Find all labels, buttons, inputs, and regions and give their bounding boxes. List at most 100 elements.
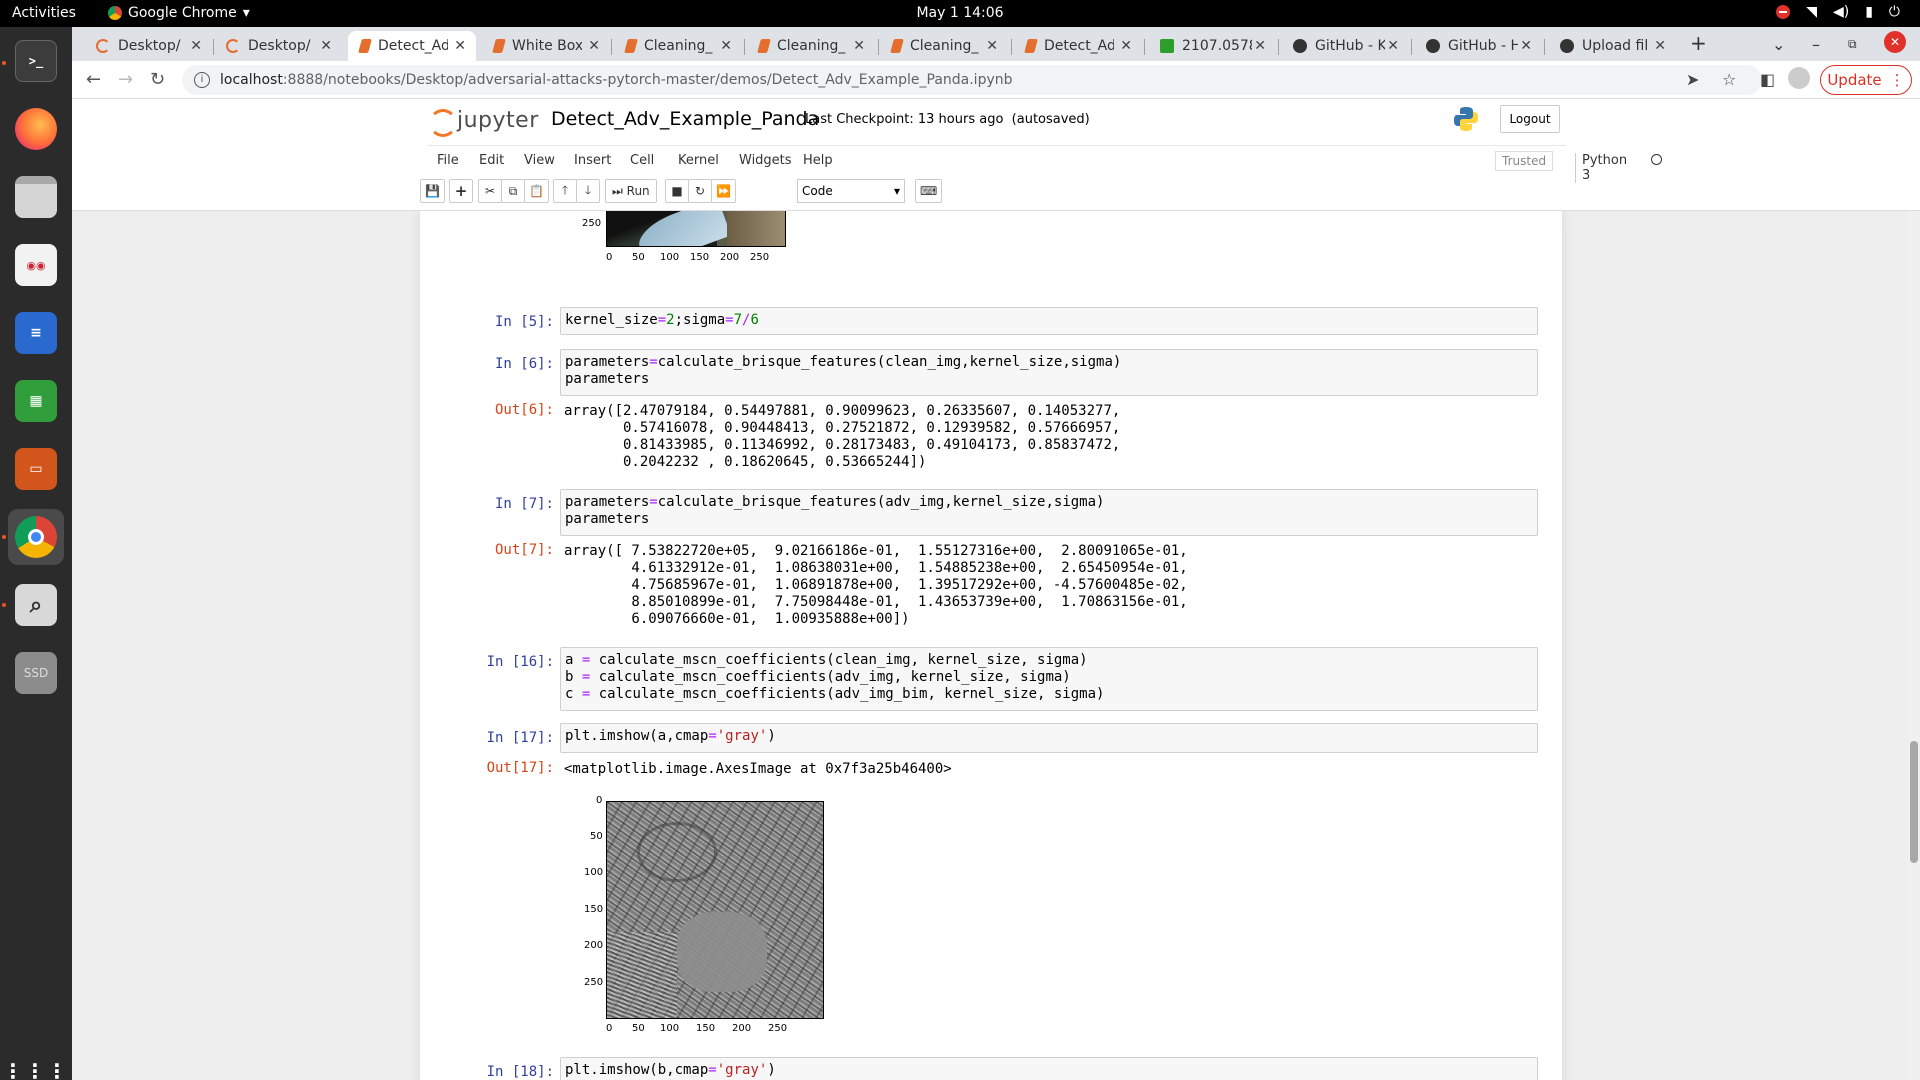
close-icon[interactable]: ✕: [588, 38, 600, 54]
paste-icon[interactable]: 📋: [524, 179, 549, 203]
menu-widgets[interactable]: Widgets: [739, 153, 792, 168]
dock-files[interactable]: [8, 169, 64, 225]
plot-mscn-coefficients: 0 50 100 150 200 250 0 50 100 150 200 25…: [564, 791, 824, 1034]
y-tick-label: 150: [584, 904, 604, 915]
dock-impress[interactable]: ▭: [8, 441, 64, 497]
window-close-icon[interactable]: ✕: [1884, 31, 1906, 53]
tab-upload[interactable]: Upload fil ✕: [1548, 31, 1676, 61]
tab-github-1[interactable]: GitHub - K ✕: [1281, 31, 1409, 61]
code-text: parameters=calculate_brisque_features(ad…: [565, 494, 1105, 510]
dock-search[interactable]: ⌕: [8, 577, 64, 633]
dock-chrome[interactable]: [8, 509, 64, 565]
cell-type-select[interactable]: Code: [797, 179, 905, 203]
close-icon[interactable]: ✕: [1520, 38, 1532, 54]
system-tray[interactable]: ◥ ◀) ▮ ⏻: [1776, 4, 1900, 20]
dock-terminal[interactable]: >_: [8, 33, 64, 89]
tab-cleaning-3[interactable]: Cleaning_ ✕: [880, 31, 1008, 61]
cut-icon[interactable]: ✂: [478, 179, 502, 203]
close-icon[interactable]: ✕: [1654, 38, 1666, 54]
menu-help[interactable]: Help: [803, 153, 833, 168]
close-icon[interactable]: ✕: [720, 38, 732, 54]
site-info-icon[interactable]: i: [194, 72, 210, 88]
close-icon[interactable]: ✕: [1254, 38, 1266, 54]
tab-detect-2[interactable]: Detect_Ad ✕: [1014, 31, 1142, 61]
back-icon[interactable]: ←: [86, 69, 101, 90]
menu-file[interactable]: File: [437, 153, 459, 168]
menu-view[interactable]: View: [524, 153, 555, 168]
move-down-icon[interactable]: 🡓: [576, 179, 600, 203]
notebook-name[interactable]: Detect_Adv_Example_Panda: [551, 108, 819, 130]
close-icon[interactable]: ✕: [986, 38, 998, 54]
close-icon[interactable]: ✕: [454, 38, 466, 54]
tab-github-2[interactable]: GitHub - H ✕: [1414, 31, 1542, 61]
close-icon[interactable]: ✕: [1120, 38, 1132, 54]
dock-calc[interactable]: ▦: [8, 373, 64, 429]
interrupt-icon[interactable]: ■: [665, 179, 689, 203]
close-icon[interactable]: ✕: [190, 38, 202, 54]
forward-icon[interactable]: →: [118, 69, 133, 90]
tab-detect-active[interactable]: Detect_Ad ✕: [348, 31, 476, 61]
tab-desktop-2[interactable]: Desktop/ ✕: [214, 31, 342, 61]
code-cell-in7[interactable]: parameters=calculate_brisque_features(ad…: [560, 489, 1538, 536]
tab-title: Desktop/: [248, 38, 311, 54]
menu-cell[interactable]: Cell: [630, 153, 654, 168]
notebook-menubar: File Edit View Insert Cell Kernel Widget…: [427, 145, 1662, 183]
code-cell-in17[interactable]: plt.imshow(a,cmap='gray'): [560, 723, 1538, 753]
copy-icon[interactable]: ⧉: [501, 179, 525, 203]
tab-divider: [1278, 39, 1279, 55]
new-tab-icon[interactable]: +: [1690, 31, 1707, 55]
close-icon[interactable]: ✕: [853, 38, 865, 54]
restart-icon[interactable]: ↻: [688, 179, 712, 203]
tab-cleaning-2[interactable]: Cleaning_ ✕: [747, 31, 875, 61]
profile-avatar-icon[interactable]: [1788, 67, 1810, 89]
dock-show-apps[interactable]: ⋮⋮⋮: [3, 1043, 67, 1080]
code-cell-in16[interactable]: a = calculate_mscn_coefficients(clean_im…: [560, 647, 1538, 711]
menu-edit[interactable]: Edit: [479, 153, 504, 168]
code-cell-in6[interactable]: parameters=calculate_brisque_features(cl…: [560, 349, 1538, 396]
menu-insert[interactable]: Insert: [574, 153, 611, 168]
logout-button[interactable]: Logout: [1500, 105, 1560, 133]
volume-icon: ◀): [1832, 4, 1850, 20]
tab-white-box[interactable]: White Box ✕: [482, 31, 610, 61]
tab-title: White Box: [512, 38, 582, 54]
dock-writer[interactable]: ≡: [8, 305, 64, 361]
minimize-icon[interactable]: –: [1812, 35, 1820, 54]
bookmark-star-icon[interactable]: ☆: [1722, 70, 1736, 89]
jupyter-logo-text: jupyter: [457, 107, 539, 133]
restore-icon[interactable]: ⧉: [1848, 37, 1857, 52]
send-icon[interactable]: ➤: [1686, 70, 1699, 89]
run-button[interactable]: ⏭ Run: [605, 179, 657, 203]
dock-ssd-drive[interactable]: SSD: [8, 645, 64, 701]
code-text: parameters=calculate_brisque_features(cl…: [565, 354, 1122, 370]
tab-cleaning-1[interactable]: Cleaning_ ✕: [614, 31, 742, 61]
x-tick-label: 100: [660, 252, 680, 263]
tab-search-icon[interactable]: ⌄: [1772, 35, 1785, 54]
tab-desktop-1[interactable]: Desktop/ ✕: [84, 31, 212, 61]
close-icon[interactable]: ✕: [1387, 38, 1399, 54]
scrollbar-thumb[interactable]: [1910, 741, 1918, 863]
menu-kernel[interactable]: Kernel: [678, 153, 719, 168]
update-button[interactable]: Update ⋮: [1820, 65, 1912, 95]
address-bar[interactable]: i localhost:8888/notebooks/Desktop/adver…: [182, 65, 1762, 95]
dock-firefox[interactable]: [8, 101, 64, 157]
jupyter-logo[interactable]: jupyter: [429, 105, 539, 137]
output-text: array([2.47079184, 0.54497881, 0.9009962…: [564, 403, 1121, 470]
code-cell-in5[interactable]: kernel_size=2;sigma=7/6: [560, 307, 1538, 335]
add-cell-icon[interactable]: +: [449, 179, 473, 203]
tab-arxiv[interactable]: 2107.0578 ✕: [1148, 31, 1276, 61]
keyboard-shortcuts-icon[interactable]: ⌨: [915, 179, 943, 203]
code-cell-in18[interactable]: plt.imshow(b,cmap='gray'): [560, 1057, 1538, 1080]
clock[interactable]: May 1 14:06: [0, 5, 1920, 21]
move-up-icon[interactable]: 🡑: [553, 179, 577, 203]
reload-icon[interactable]: ↻: [150, 69, 165, 90]
terminal-icon: >_: [15, 40, 57, 82]
save-icon[interactable]: 💾: [420, 179, 445, 203]
dock-document-viewer[interactable]: ◉◉: [8, 237, 64, 293]
page-scrollbar[interactable]: [1908, 211, 1920, 1080]
side-panel-icon[interactable]: ◧: [1760, 70, 1775, 89]
close-icon[interactable]: ✕: [320, 38, 332, 54]
input-prompt: In [7]:: [494, 496, 554, 512]
running-indicator: [2, 535, 6, 539]
restart-run-all-icon[interactable]: ⏩: [711, 179, 736, 203]
trusted-indicator[interactable]: Trusted: [1495, 151, 1554, 171]
